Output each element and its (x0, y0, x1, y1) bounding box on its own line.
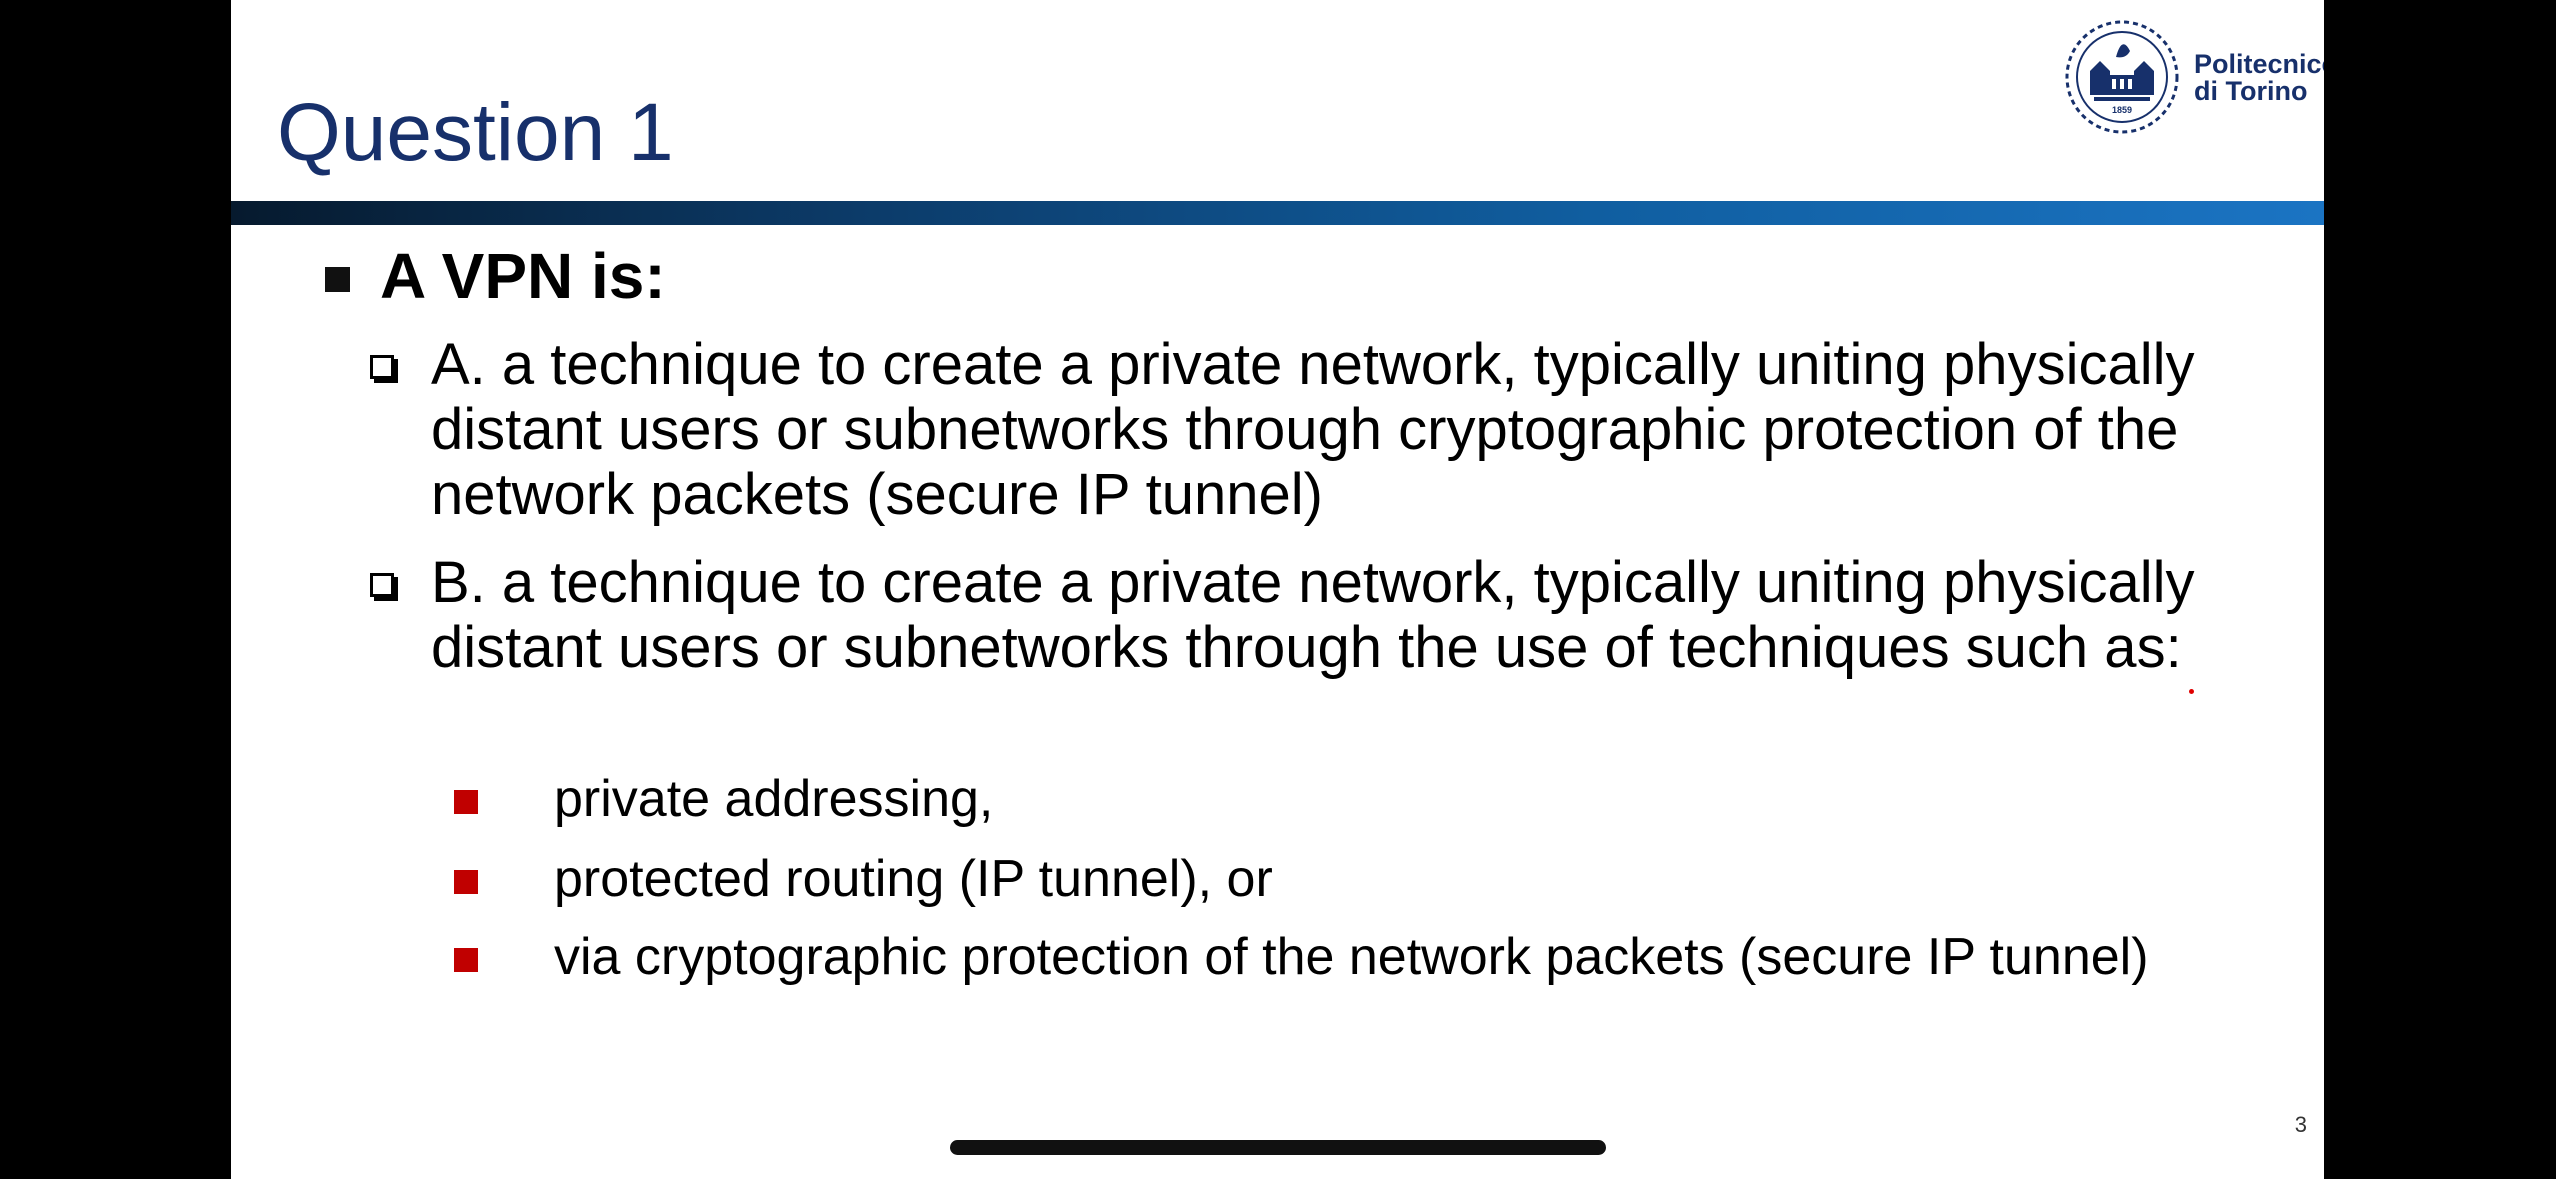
red-square-icon (454, 790, 478, 814)
red-square-icon (454, 948, 478, 972)
seal-year: 1859 (2112, 105, 2132, 115)
option-b: B. a technique to create a private netwo… (370, 550, 2210, 680)
slide: Question 1 1859 Politecnico di Torino A … (231, 0, 2324, 1179)
logo-wordmark: Politecnico di Torino (2194, 51, 2324, 105)
sub-item-text: private addressing, (554, 770, 994, 828)
university-logo: 1859 Politecnico di Torino (2060, 17, 2324, 137)
option-a: A. a technique to create a private netwo… (370, 332, 2210, 527)
sub-item-text: protected routing (IP tunnel), or (554, 850, 1273, 908)
option-b-sub-item: protected routing (IP tunnel), or (454, 850, 2154, 908)
slide-title: Question 1 (277, 87, 674, 178)
sub-item-text: via cryptographic protection of the netw… (554, 928, 2149, 986)
question-text: A VPN is: (380, 240, 666, 312)
laser-pointer-dot (2189, 689, 2194, 694)
option-b-sub-item: via cryptographic protection of the netw… (454, 928, 2154, 986)
question-row: A VPN is: (325, 240, 666, 312)
hollow-square-shadow-icon (370, 355, 394, 379)
page-number: 3 (2294, 1112, 2307, 1137)
hollow-square-shadow-icon (370, 573, 394, 597)
logo-name-line2: di Torino (2194, 76, 2308, 106)
option-b-sub-item: private addressing, (454, 770, 2154, 828)
screen: Question 1 1859 Politecnico di Torino A … (0, 0, 2556, 1179)
option-b-text: B. a technique to create a private netwo… (431, 550, 2195, 680)
politecnico-seal-icon: 1859 (2065, 20, 2179, 134)
option-a-text: A. a technique to create a private netwo… (431, 332, 2195, 527)
black-square-icon (325, 266, 350, 292)
home-indicator-bar[interactable] (950, 1140, 1606, 1155)
logo-name-line1: Politecnico (2194, 49, 2324, 79)
red-square-icon (454, 870, 478, 894)
title-divider-bar (231, 201, 2324, 225)
